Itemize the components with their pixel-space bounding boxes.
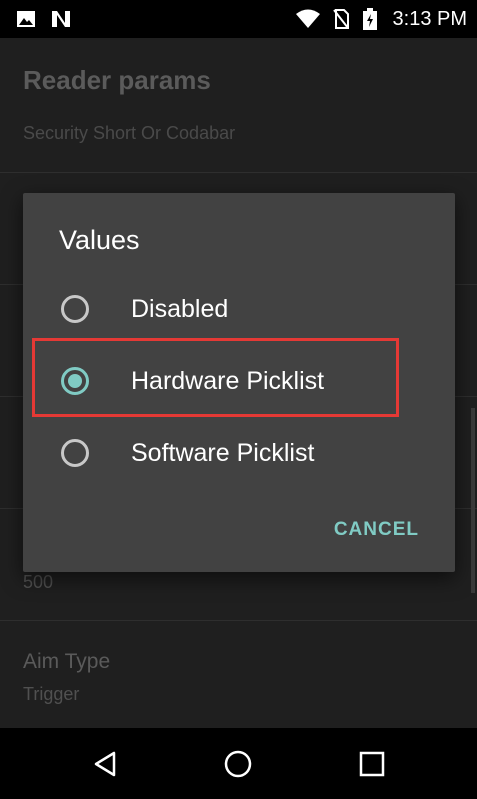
status-bar: 3:13 PM bbox=[0, 0, 477, 38]
navigation-bar bbox=[0, 728, 477, 799]
image-icon bbox=[14, 0, 38, 38]
divider bbox=[0, 620, 477, 621]
status-time: 3:13 PM bbox=[392, 8, 467, 30]
setting-title-aim-type[interactable]: Aim Type bbox=[23, 650, 110, 674]
cancel-button[interactable]: CANCEL bbox=[334, 519, 419, 541]
back-icon[interactable] bbox=[76, 728, 136, 799]
page-subtitle: Security Short Or Codabar bbox=[23, 123, 236, 143]
option-software-picklist[interactable]: Software Picklist bbox=[23, 417, 455, 489]
highlight-box bbox=[32, 338, 399, 417]
scrollbar[interactable] bbox=[471, 408, 475, 593]
radio-unchecked-icon[interactable] bbox=[61, 295, 89, 323]
n-notification-icon bbox=[48, 0, 74, 38]
option-label: Disabled bbox=[131, 295, 229, 323]
values-dialog: Values Disabled Hardware Picklist Softwa… bbox=[23, 193, 455, 572]
no-sim-icon bbox=[331, 0, 351, 38]
dialog-title: Values bbox=[59, 225, 140, 255]
recents-icon[interactable] bbox=[342, 728, 402, 799]
setting-value-partial: 500 bbox=[23, 572, 54, 592]
option-disabled[interactable]: Disabled bbox=[23, 273, 455, 345]
divider bbox=[0, 172, 477, 173]
home-icon[interactable] bbox=[208, 728, 268, 799]
radio-unchecked-icon[interactable] bbox=[61, 439, 89, 467]
setting-value-aim-type: Trigger bbox=[23, 684, 80, 704]
wifi-icon bbox=[294, 0, 322, 38]
battery-charging-icon bbox=[361, 0, 379, 38]
option-label: Software Picklist bbox=[131, 439, 315, 467]
page-title: Reader params bbox=[23, 65, 211, 95]
